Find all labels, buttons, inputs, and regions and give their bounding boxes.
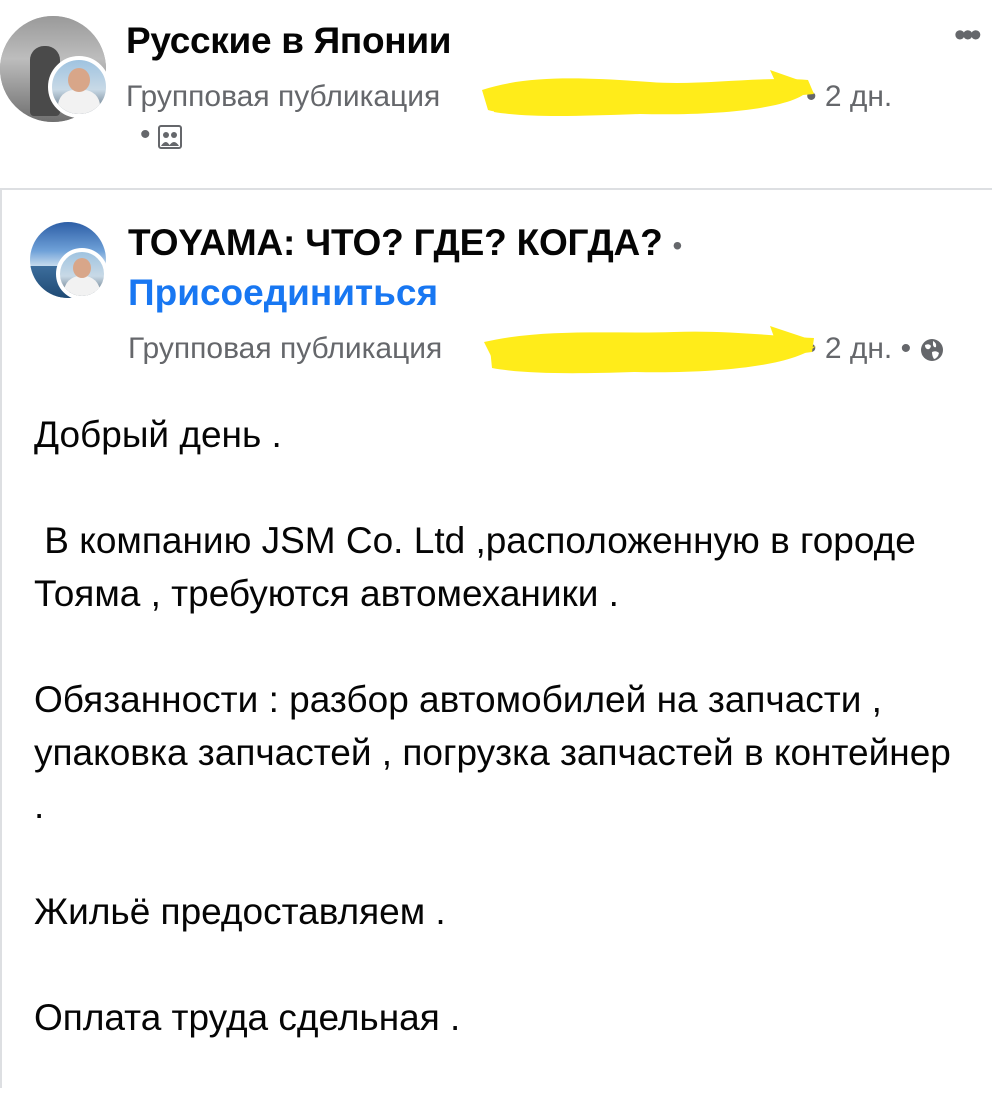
separator-dot: • <box>140 118 151 151</box>
shared-post-timestamp[interactable]: • 2 дн. • <box>806 332 945 366</box>
group-icon <box>157 125 182 149</box>
post-paragraph: Добрый день . <box>34 414 282 455</box>
post-paragraph: Обязанности : разбор автомобилей на запч… <box>34 679 951 826</box>
more-dots-icon[interactable]: ••• <box>954 18 982 52</box>
post-audience: • <box>140 118 183 152</box>
group-post-label: Групповая публикация <box>126 80 441 113</box>
join-group-link[interactable]: Присоединиться <box>128 272 438 314</box>
shared-author-avatar[interactable] <box>56 248 108 300</box>
author-avatar[interactable] <box>48 56 110 118</box>
redaction-mark <box>482 70 814 116</box>
shared-group-title: TOYAMA: ЧТО? ГДЕ? КОГДА? • <box>128 222 682 264</box>
post-body: Добрый день . В компанию JSM Co. Ltd ,ра… <box>34 408 964 1097</box>
group-name-link[interactable]: Русские в Японии <box>126 20 452 62</box>
post-paragraph: Оплата труда сдельная . <box>34 997 461 1038</box>
shared-post-time[interactable]: • 2 дн. • <box>806 332 911 366</box>
post-meta: Групповая публикация <box>126 80 440 114</box>
post-paragraph: Жильё предоставляем . <box>34 891 446 932</box>
shared-post-meta: Групповая публикация <box>128 332 442 366</box>
post-paragraph: В компанию JSM Co. Ltd ,расположенную в … <box>34 520 916 614</box>
shared-group-name-link[interactable]: TOYAMA: ЧТО? ГДЕ? КОГДА? <box>128 222 663 263</box>
shared-group-post-label: Групповая публикация <box>128 332 443 365</box>
title-separator-dot: • <box>672 230 683 261</box>
post-timestamp[interactable]: • 2 дн. <box>806 80 892 114</box>
globe-icon <box>921 339 944 361</box>
